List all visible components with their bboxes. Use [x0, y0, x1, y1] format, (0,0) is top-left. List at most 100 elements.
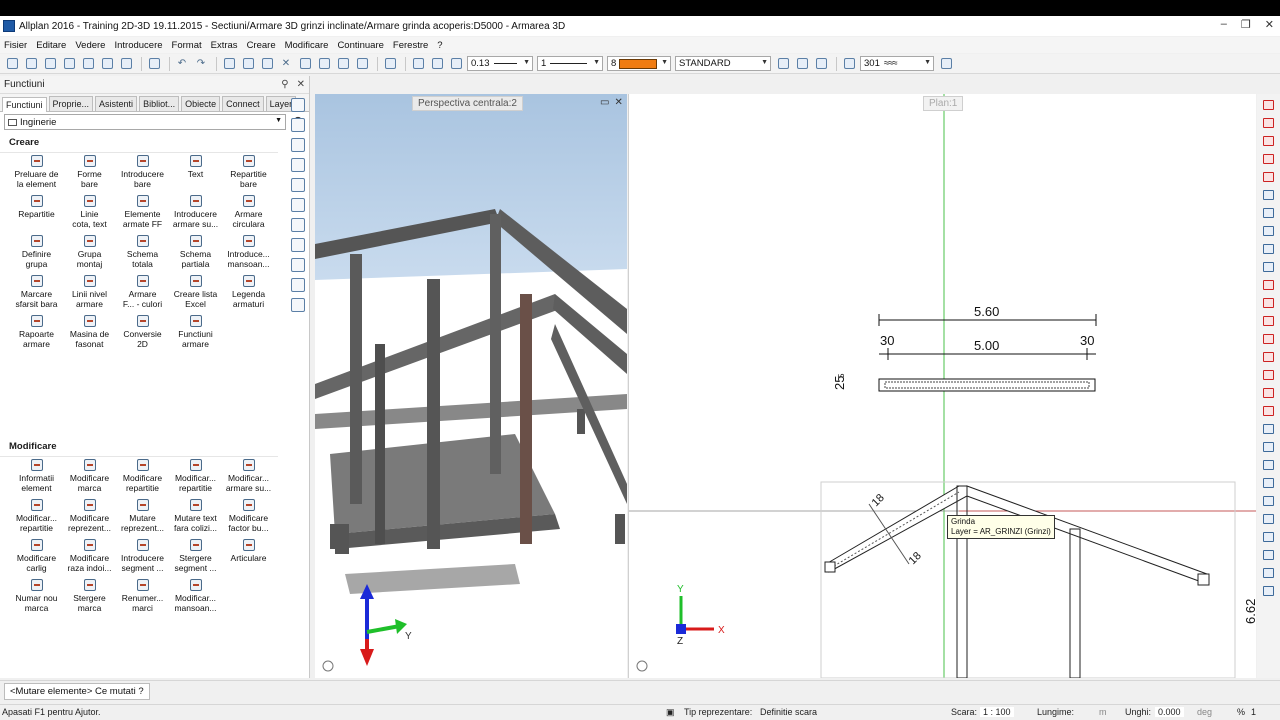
style-select[interactable]: STANDARD ▼: [675, 56, 771, 71]
snap-tool-icon[interactable]: [1261, 494, 1276, 508]
color-icon[interactable]: [448, 56, 464, 72]
edit-tool-icon[interactable]: [1261, 278, 1276, 292]
snap-tool-icon[interactable]: [1261, 440, 1276, 454]
rotate-icon[interactable]: [316, 56, 332, 72]
panel-close-icon[interactable]: ✕: [297, 79, 305, 90]
zoom-icon[interactable]: [382, 56, 398, 72]
create-function-item[interactable]: Linie cota, text: [63, 195, 116, 232]
project-icon[interactable]: [42, 56, 58, 72]
minimize-button[interactable]: –: [1221, 18, 1227, 31]
create-function-item[interactable]: Grupa montaj: [63, 235, 116, 272]
rebar-tool-icon[interactable]: [1261, 116, 1276, 130]
create-function-item[interactable]: Schema partiala: [169, 235, 222, 272]
modify-function-item[interactable]: Modificare reprezent...: [63, 499, 116, 536]
palette-tool-icon[interactable]: [291, 278, 305, 292]
edit-tool-icon[interactable]: [1261, 224, 1276, 238]
modify-function-item[interactable]: Modificar... armare su...: [222, 459, 275, 496]
palette-tool-icon[interactable]: [291, 258, 305, 272]
menu-extras[interactable]: Extras: [211, 40, 238, 51]
tab-connect[interactable]: Connect: [222, 96, 264, 111]
window-icon[interactable]: [221, 56, 237, 72]
command-prompt[interactable]: <Mutare elemente> Ce mutati ?: [4, 683, 150, 700]
menu-format[interactable]: Format: [172, 40, 202, 51]
modify-function-item[interactable]: Modificare carlig: [10, 539, 63, 576]
modify-function-item[interactable]: Stergere segment ...: [169, 539, 222, 576]
snap-tool-icon[interactable]: [1261, 512, 1276, 526]
create-function-item[interactable]: Repartitie bare: [222, 155, 275, 192]
3d-view-icon[interactable]: [354, 56, 370, 72]
rebar-tool-icon[interactable]: [1261, 170, 1276, 184]
line-type-select[interactable]: 1 ▼: [537, 56, 603, 71]
color-select[interactable]: 8 ▼: [607, 56, 671, 71]
menu-help[interactable]: ?: [437, 40, 442, 51]
hatch-icon[interactable]: [841, 56, 857, 72]
representation-value[interactable]: Definitie scara: [760, 707, 817, 717]
palette-tool-icon[interactable]: [291, 218, 305, 232]
new-icon[interactable]: [4, 56, 20, 72]
modify-function-item[interactable]: Informatii element: [10, 459, 63, 496]
modify-function-item[interactable]: Introducere segment ...: [116, 539, 169, 576]
menu-fisier[interactable]: Fisier: [4, 40, 27, 51]
create-function-item[interactable]: Marcare sfarsit bara: [10, 275, 63, 312]
undo-icon[interactable]: ↶: [174, 56, 190, 72]
format-icon[interactable]: [775, 56, 791, 72]
rebar-tool-icon[interactable]: [1261, 98, 1276, 112]
edit-tool-icon[interactable]: [1261, 206, 1276, 220]
delete-tool-icon[interactable]: [1261, 404, 1276, 418]
viewport-restore-icon[interactable]: ▭: [600, 97, 609, 108]
edit-tool-icon[interactable]: [1261, 188, 1276, 202]
modify-function-item[interactable]: Stergere marca: [63, 579, 116, 616]
category-select[interactable]: Inginerie ▼: [4, 114, 286, 130]
create-function-item[interactable]: Masina de fasonat: [63, 315, 116, 352]
create-function-item[interactable]: Introducere bare: [116, 155, 169, 192]
filter-tool-icon[interactable]: [1261, 566, 1276, 580]
mirror-icon[interactable]: [335, 56, 351, 72]
edit-tool-icon[interactable]: [1261, 332, 1276, 346]
tab-biblioteca[interactable]: Bibliot...: [139, 96, 180, 111]
snap-tool-icon[interactable]: [1261, 548, 1276, 562]
angle-value[interactable]: 0.000: [1155, 707, 1184, 717]
palette-tool-icon[interactable]: [291, 298, 305, 312]
modify-function-item[interactable]: Modificar... mansoan...: [169, 579, 222, 616]
properties-icon[interactable]: [938, 56, 954, 72]
modify-function-item[interactable]: Renumer... marci: [116, 579, 169, 616]
edit-tool-icon[interactable]: [1261, 350, 1276, 364]
create-function-item[interactable]: Repartitie: [10, 195, 63, 232]
modify-function-item[interactable]: Articulare: [222, 539, 275, 576]
palette-tool-icon[interactable]: [291, 198, 305, 212]
modify-function-item[interactable]: Modificare raza indoi...: [63, 539, 116, 576]
create-function-item[interactable]: Introducere armare su...: [169, 195, 222, 232]
create-function-item[interactable]: Legenda armaturi: [222, 275, 275, 312]
tab-functiuni[interactable]: Functiuni: [2, 97, 47, 112]
palette-tool-icon[interactable]: [291, 158, 305, 172]
palette-tool-icon[interactable]: [291, 118, 305, 132]
cut-icon[interactable]: [99, 56, 115, 72]
rebar-tool-icon[interactable]: [1261, 152, 1276, 166]
create-function-item[interactable]: Schema totala: [116, 235, 169, 272]
layer-icon[interactable]: [61, 56, 77, 72]
palette-tool-icon[interactable]: [291, 238, 305, 252]
create-function-item[interactable]: Text: [169, 155, 222, 192]
edit-tool-icon[interactable]: [1261, 296, 1276, 310]
viewport-3d[interactable]: Y Perspectiva centrala:2 ▭ ✕: [315, 94, 627, 678]
pin-icon[interactable]: ⚲: [281, 79, 288, 90]
rebar-tool-icon[interactable]: [1261, 134, 1276, 148]
tab-obiecte[interactable]: Obiecte: [181, 96, 221, 111]
menu-continuare[interactable]: Continuare: [337, 40, 383, 51]
modify-function-item[interactable]: Modificare marca: [63, 459, 116, 496]
create-function-item[interactable]: Functiuni armare: [169, 315, 222, 352]
pen-icon[interactable]: [410, 56, 426, 72]
modify-function-item[interactable]: Mutare text fara colizi...: [169, 499, 222, 536]
edit-tool-icon[interactable]: [1261, 386, 1276, 400]
menu-ferestre[interactable]: Ferestre: [393, 40, 428, 51]
modify-function-item[interactable]: Modificar... repartitie: [169, 459, 222, 496]
menu-introducere[interactable]: Introducere: [114, 40, 162, 51]
tile-icon[interactable]: [240, 56, 256, 72]
palette-config-icon[interactable]: [291, 98, 305, 112]
delete-icon[interactable]: ✕: [278, 56, 294, 72]
modify-function-item[interactable]: Modificar... repartitie: [10, 499, 63, 536]
modify-function-item[interactable]: Numar nou marca: [10, 579, 63, 616]
menu-vedere[interactable]: Vedere: [75, 40, 105, 51]
menu-modificare[interactable]: Modificare: [285, 40, 329, 51]
move-icon[interactable]: [297, 56, 313, 72]
